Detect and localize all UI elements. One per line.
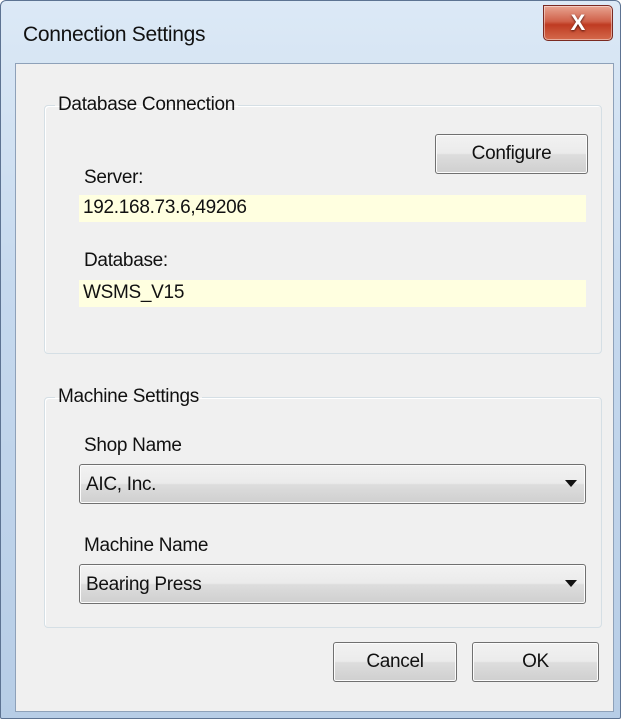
ok-button[interactable]: OK	[472, 642, 599, 682]
database-connection-legend: Database Connection	[58, 94, 236, 115]
title-bar[interactable]: Connection Settings X	[1, 1, 620, 63]
ok-button-label: OK	[522, 651, 549, 672]
dialog-body: Database Connection Configure Server: 19…	[15, 63, 614, 712]
close-button[interactable]: X	[543, 5, 613, 41]
database-field[interactable]: WSMS_V15	[79, 280, 586, 307]
database-connection-group: Database Connection	[44, 94, 602, 354]
shop-name-label: Shop Name	[84, 435, 182, 456]
shop-name-dropdown[interactable]: AIC, Inc.	[79, 464, 586, 504]
configure-button-label: Configure	[471, 143, 552, 164]
server-field[interactable]: 192.168.73.6,49206	[79, 195, 586, 222]
database-label: Database:	[84, 250, 168, 271]
chevron-down-icon	[565, 580, 577, 587]
close-icon: X	[570, 10, 586, 35]
server-label: Server:	[84, 167, 144, 188]
dialog-title: Connection Settings	[23, 23, 206, 46]
machine-name-dropdown[interactable]: Bearing Press	[79, 564, 586, 604]
machine-name-label: Machine Name	[84, 535, 209, 556]
cancel-button[interactable]: Cancel	[333, 642, 457, 682]
configure-button[interactable]: Configure	[435, 134, 588, 174]
shop-name-value: AIC, Inc.	[86, 474, 157, 495]
machine-name-value: Bearing Press	[86, 574, 202, 595]
cancel-button-label: Cancel	[366, 651, 424, 672]
machine-settings-legend: Machine Settings	[58, 386, 199, 407]
chevron-down-icon	[565, 480, 577, 487]
connection-settings-dialog: Connection Settings X Database Connectio…	[0, 0, 621, 719]
